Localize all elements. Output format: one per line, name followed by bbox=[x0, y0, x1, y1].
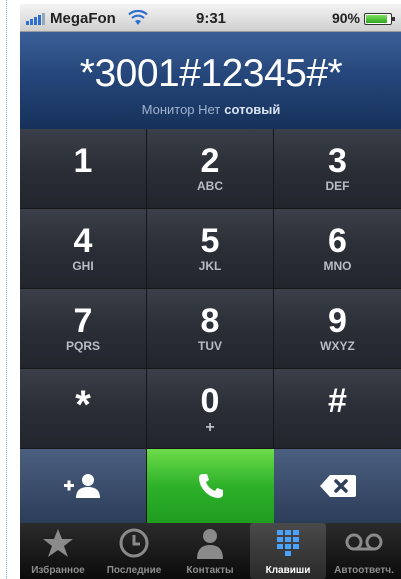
call-button[interactable] bbox=[147, 449, 274, 523]
key-3[interactable]: 3 DEF bbox=[274, 129, 401, 209]
key-1[interactable]: 1 bbox=[20, 129, 147, 209]
tab-voicemail[interactable]: Автоответч. bbox=[326, 523, 401, 579]
key-digit: 7 bbox=[73, 302, 93, 340]
battery-fill bbox=[366, 15, 388, 23]
key-0[interactable]: 0 + bbox=[147, 369, 274, 449]
tab-favorites[interactable]: Избранное bbox=[20, 523, 96, 579]
key-digit: 5 bbox=[200, 222, 220, 260]
key-letters: PQRS bbox=[65, 339, 100, 353]
key-digit: # bbox=[328, 382, 347, 420]
key-digit: 1 bbox=[73, 142, 93, 180]
key-digit: 3 bbox=[328, 142, 347, 180]
number-label: Монитор Нет сотовый bbox=[20, 102, 401, 117]
key-letters: ABC bbox=[197, 179, 223, 193]
person-icon bbox=[197, 529, 223, 559]
label-type: сотовый bbox=[224, 102, 281, 117]
action-row bbox=[20, 449, 401, 523]
add-contact-button[interactable] bbox=[20, 449, 147, 523]
key-4[interactable]: 4 GHI bbox=[20, 209, 147, 289]
battery-icon bbox=[364, 13, 395, 25]
tab-label: Избранное bbox=[31, 565, 85, 576]
key-9[interactable]: 9 WXYZ bbox=[274, 289, 401, 369]
key-digit: * bbox=[75, 383, 91, 427]
dial-display: *3001#12345#* Монитор Нет сотовый bbox=[20, 32, 401, 130]
key-letters: DEF bbox=[325, 179, 350, 193]
star-icon bbox=[43, 529, 73, 557]
key-6[interactable]: 6 MNO bbox=[274, 209, 401, 289]
key-digit: 0 bbox=[200, 382, 220, 420]
key-letters: JKL bbox=[198, 259, 222, 273]
tab-contacts[interactable]: Контакты bbox=[172, 523, 248, 579]
tab-label: Последние bbox=[106, 565, 162, 576]
key-letters: + bbox=[205, 419, 215, 436]
status-bar: MegaFon 9:31 90% bbox=[20, 4, 401, 32]
key-letters: GHI bbox=[72, 259, 94, 273]
tab-label: Автоответч. bbox=[334, 565, 394, 576]
battery-tip bbox=[392, 17, 395, 21]
tab-keypad[interactable]: Клавиши bbox=[250, 523, 326, 579]
key-digit: 9 bbox=[328, 302, 347, 340]
tab-bar: Избранное Последние Контакты Клавиши Авт… bbox=[20, 523, 401, 579]
key-digit: 6 bbox=[328, 222, 347, 260]
key-7[interactable]: 7 PQRS bbox=[20, 289, 147, 369]
key-8[interactable]: 8 TUV bbox=[147, 289, 274, 369]
battery-percent: 90% bbox=[331, 10, 360, 26]
key-letters: WXYZ bbox=[320, 339, 355, 353]
phone-icon bbox=[198, 474, 223, 498]
key-2[interactable]: 2 ABC bbox=[147, 129, 274, 209]
key-hash[interactable]: # bbox=[274, 369, 401, 449]
keypad: 1 2 ABC 3 DEF 4 GHI 5 JKL 6 MNO 7 PQRS 8 TUV 9W… bbox=[20, 129, 401, 449]
voicemail-icon bbox=[345, 533, 383, 551]
add-contact-icon bbox=[64, 474, 100, 498]
clock-icon bbox=[119, 528, 149, 558]
key-letters: MNO bbox=[323, 259, 352, 273]
tab-label: Контакты bbox=[186, 565, 234, 576]
guide-line-left bbox=[6, 0, 7, 579]
key-digit: 4 bbox=[73, 222, 93, 260]
tab-label: Клавиши bbox=[265, 565, 311, 576]
phone-screen: MegaFon 9:31 90% *3001#12345#* Монитор Н… bbox=[20, 4, 401, 579]
keypad-grid-icon bbox=[277, 530, 299, 556]
key-digit: 2 bbox=[200, 142, 220, 180]
key-5[interactable]: 5 JKL bbox=[147, 209, 274, 289]
backspace-icon bbox=[320, 475, 356, 497]
key-star[interactable]: * bbox=[20, 369, 147, 449]
key-letters: TUV bbox=[198, 339, 222, 353]
tab-recents[interactable]: Последние bbox=[96, 523, 172, 579]
label-monitor: Монитор Нет bbox=[141, 102, 221, 117]
dialed-number: *3001#12345#* bbox=[79, 52, 343, 95]
delete-button[interactable] bbox=[274, 449, 401, 523]
key-digit: 8 bbox=[200, 302, 220, 340]
